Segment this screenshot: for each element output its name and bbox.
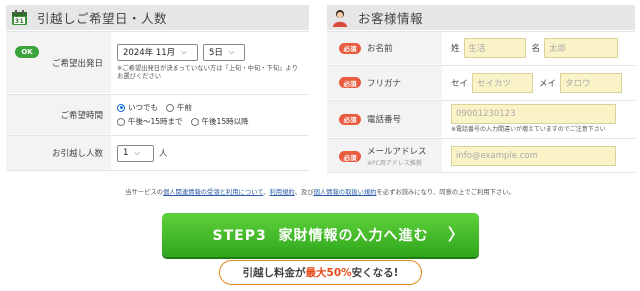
moving-date-header: 31 引越しご希望日・人数 bbox=[6, 5, 309, 30]
required-badge: 必須 bbox=[339, 151, 361, 162]
required-badge: 必須 bbox=[339, 113, 361, 125]
chevron-down-icon: ⌵ bbox=[181, 47, 187, 56]
email-input[interactable]: info@example.com bbox=[451, 145, 616, 166]
radio-unchecked-icon bbox=[117, 117, 125, 126]
last-name-placeholder: 生活 bbox=[468, 44, 486, 54]
customer-info-panel: お客様情報 必須 お名前 姓 生活 名 太郎 必須 フリガナ セイ セイカツ メ… bbox=[327, 5, 635, 173]
moving-date-panel: 31 引越しご希望日・人数 OK ご希望出発日 2024年 11月 ⌵ 5日 ⌵… bbox=[6, 5, 309, 171]
phone-row: 必須 電話番号 09001230123 ※電話番号の入力間違いが増えていますので… bbox=[327, 100, 635, 137]
privacy-link[interactable]: 個人情報の取扱い規約 bbox=[314, 189, 377, 196]
time-row: ご希望時間 いつでも 午前 午後〜15時まで 午後15時以降 bbox=[6, 94, 309, 134]
first-kana-label: メイ bbox=[539, 78, 557, 89]
email-label-cell: 必須 メールアドレス ※PC用アドレス推奨 bbox=[327, 139, 442, 172]
discount-banner: 引越し料金が 最大50% 安くなる! bbox=[219, 260, 422, 285]
last-kana-input[interactable]: セイカツ bbox=[472, 72, 534, 93]
radio-unchecked-icon bbox=[166, 103, 174, 112]
terms-link[interactable]: 利用規約 bbox=[270, 189, 295, 196]
name-row: 必須 お名前 姓 生活 名 太郎 bbox=[327, 31, 635, 64]
calendar-icon: 31 bbox=[10, 9, 28, 27]
time-option-morning-label: 午前 bbox=[177, 103, 192, 112]
radio-unchecked-icon bbox=[190, 117, 199, 126]
email-placeholder: info@example.com bbox=[456, 150, 538, 161]
time-option-anytime[interactable]: いつでも bbox=[117, 102, 158, 113]
time-option-afternoon-early-label: 午後〜15時まで bbox=[128, 117, 183, 126]
first-kana-input[interactable]: タロウ bbox=[560, 72, 623, 93]
consent-sep2: 、及び bbox=[294, 189, 314, 196]
chevron-down-icon: ⌵ bbox=[134, 148, 140, 157]
customer-info-header: お客様情報 bbox=[327, 5, 635, 30]
first-kana-placeholder: タロウ bbox=[565, 78, 591, 89]
next-step-label: STEP3 家財情報の入力へ進む bbox=[212, 228, 429, 244]
people-select-value: 1 bbox=[123, 148, 129, 158]
date-label-cell: OK ご希望出発日 bbox=[6, 32, 111, 93]
ok-badge: OK bbox=[15, 46, 39, 58]
svg-text:31: 31 bbox=[14, 18, 23, 25]
time-option-afternoon-late[interactable]: 午後15時以降 bbox=[190, 116, 249, 127]
promo-pre: 引越し料金が bbox=[242, 267, 306, 279]
chevron-right-icon: 〉 bbox=[447, 225, 465, 244]
required-badge: 必須 bbox=[339, 77, 361, 88]
email-row: 必須 メールアドレス ※PC用アドレス推奨 info@example.com bbox=[327, 138, 635, 173]
time-label: ご希望時間 bbox=[60, 110, 103, 121]
people-unit: 人 bbox=[159, 149, 168, 159]
name-label-cell: 必須 お名前 bbox=[327, 32, 442, 64]
time-option-afternoon-early[interactable]: 午後〜15時まで bbox=[117, 116, 183, 127]
person-icon bbox=[331, 9, 349, 27]
email-label: メールアドレス bbox=[367, 146, 427, 157]
date-label: ご希望出発日 bbox=[51, 58, 103, 69]
consent-suffix: を必ずお読みになり、同意の上でご利用下さい。 bbox=[376, 189, 515, 196]
promo-highlight: 最大50% bbox=[305, 267, 352, 279]
phone-placeholder: 09001230123 bbox=[456, 108, 516, 119]
first-name-input[interactable]: 太郎 bbox=[544, 38, 619, 58]
next-step-button[interactable]: STEP3 家財情報の入力へ進む 〉 bbox=[162, 213, 479, 257]
people-select[interactable]: 1 ⌵ bbox=[117, 144, 154, 162]
promo-post: 安くなる! bbox=[351, 267, 399, 279]
last-kana-label: セイ bbox=[451, 78, 469, 89]
customer-info-title: お客様情報 bbox=[358, 11, 424, 26]
first-name-label: 名 bbox=[531, 44, 541, 54]
time-option-afternoon-late-label: 午後15時以降 bbox=[201, 117, 249, 126]
personal-data-link[interactable]: 個人関連情報の受領と利用について bbox=[163, 189, 263, 196]
email-sublabel: ※PC用アドレス推奨 bbox=[367, 159, 422, 167]
phone-note: ※電話番号の入力間違いが増えていますのでご注意下さい bbox=[451, 125, 606, 133]
phone-label: 電話番号 bbox=[367, 115, 402, 125]
time-option-anytime-label: いつでも bbox=[128, 103, 158, 112]
chevron-down-icon: ⌵ bbox=[228, 47, 235, 56]
time-label-cell: ご希望時間 bbox=[6, 95, 111, 134]
last-name-label: 姓 bbox=[451, 44, 460, 54]
day-select[interactable]: 5日 ⌵ bbox=[203, 43, 245, 61]
consent-prefix: 当サービスの bbox=[125, 189, 163, 196]
day-select-value: 5日 bbox=[209, 48, 223, 58]
name-label: お名前 bbox=[367, 44, 393, 54]
phone-input[interactable]: 09001230123 bbox=[451, 103, 616, 124]
consent-text: 当サービスの個人関連情報の受領と利用について、利用規約、及び個人情報の取扱い規約… bbox=[0, 187, 640, 196]
kana-row: 必須 フリガナ セイ セイカツ メイ タロウ bbox=[327, 65, 635, 99]
kana-label: フリガナ bbox=[367, 78, 402, 89]
last-kana-placeholder: セイカツ bbox=[477, 78, 512, 89]
people-label-cell: お引越し人数 bbox=[6, 136, 111, 170]
month-select[interactable]: 2024年 11月 ⌵ bbox=[117, 43, 198, 61]
date-note: ※ご希望出発日が決まっていない方は「上旬・中旬・下旬」よりお選びください bbox=[117, 64, 298, 81]
people-row: お引越し人数 1 ⌵ 人 bbox=[6, 135, 309, 171]
moving-date-title: 引越しご希望日・人数 bbox=[37, 11, 168, 26]
time-option-morning[interactable]: 午前 bbox=[166, 102, 192, 113]
month-select-value: 2024年 11月 bbox=[123, 48, 176, 58]
date-row: OK ご希望出発日 2024年 11月 ⌵ 5日 ⌵ ※ご希望出発日が決まってい… bbox=[6, 31, 309, 93]
radio-checked-icon bbox=[117, 103, 125, 112]
required-badge: 必須 bbox=[339, 42, 361, 54]
first-name-placeholder: 太郎 bbox=[549, 44, 567, 54]
people-label: お引越し人数 bbox=[51, 149, 103, 159]
kana-label-cell: 必須 フリガナ bbox=[327, 66, 442, 99]
last-name-input[interactable]: 生活 bbox=[463, 38, 526, 58]
phone-label-cell: 必須 電話番号 bbox=[327, 101, 442, 137]
